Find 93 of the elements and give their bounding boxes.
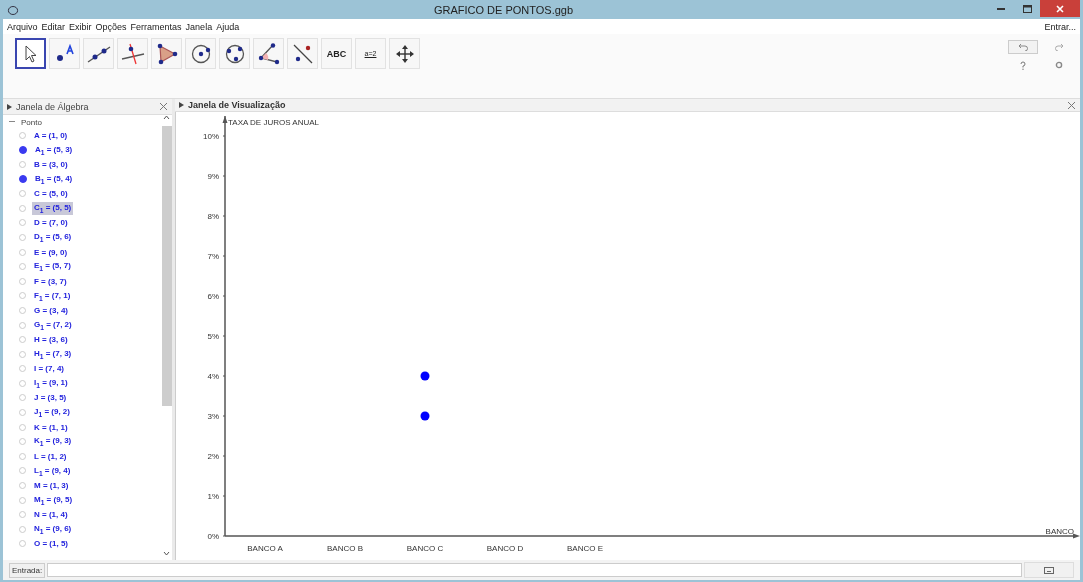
redo-icon bbox=[1054, 43, 1064, 51]
menu-item[interactable]: Exibir bbox=[69, 21, 92, 32]
menu-item[interactable]: Editar bbox=[41, 21, 66, 32]
keyboard-icon bbox=[1044, 566, 1054, 574]
settings-icon bbox=[1055, 61, 1063, 69]
tool-button[interactable] bbox=[15, 38, 46, 69]
triangle-icon bbox=[155, 42, 178, 65]
minimize-icon bbox=[997, 7, 1005, 10]
visibility-toggle[interactable] bbox=[19, 145, 27, 154]
menu-item[interactable]: Janela bbox=[185, 21, 213, 32]
point-definition[interactable]: B$_{1}$ = (5, 4) bbox=[33, 172, 75, 186]
point-definition[interactable]: O = (1, 5) bbox=[32, 538, 70, 550]
point-definition[interactable]: N$_{1}$ = (9, 6) bbox=[32, 523, 74, 536]
point-definition[interactable]: I = (7, 4) bbox=[32, 363, 66, 375]
help-icon bbox=[1020, 60, 1026, 70]
undo-icon bbox=[1018, 43, 1028, 51]
point-definition[interactable]: M = (1, 3) bbox=[32, 480, 71, 492]
y-tick-label: 7% bbox=[207, 252, 219, 261]
menu-item[interactable]: Ferramentas bbox=[130, 21, 182, 32]
circle-through-points-icon bbox=[223, 42, 246, 65]
maximize-icon bbox=[1022, 4, 1032, 13]
perpendicular-lines-icon bbox=[120, 42, 145, 65]
x-tick-label: BANCO A bbox=[247, 544, 283, 553]
point-definition[interactable]: L$_{1}$ = (9, 4) bbox=[32, 464, 73, 478]
close-icon[interactable] bbox=[159, 102, 168, 111]
point-definition[interactable]: H$_{1}$ = (7, 3) bbox=[32, 347, 74, 361]
expand-triangle-icon[interactable] bbox=[7, 103, 12, 110]
axis-end-label: BANCO bbox=[1045, 527, 1074, 536]
x-tick-label: BANCO E bbox=[567, 544, 603, 553]
point-definition[interactable]: F = (3, 7) bbox=[32, 275, 69, 287]
point-definition[interactable]: H = (3, 6) bbox=[32, 334, 70, 346]
point-definition[interactable]: E = (9, 0) bbox=[32, 246, 70, 258]
point-definition[interactable]: D = (7, 0) bbox=[32, 217, 70, 229]
point-definition[interactable]: C$_{1}$ = (5, 5) bbox=[32, 201, 74, 215]
point-definition[interactable]: D$_{1}$ = (5, 6) bbox=[32, 231, 74, 244]
window-title: GRAFICO DE PONTOS.ggb bbox=[432, 3, 575, 16]
expand-triangle-icon[interactable] bbox=[179, 102, 184, 108]
panel-title: Janela de Álgebra bbox=[16, 101, 90, 112]
scroll-up-icon[interactable] bbox=[163, 115, 170, 120]
text-tool-icon: ABC bbox=[326, 48, 347, 59]
scrollbar-thumb[interactable] bbox=[161, 126, 172, 406]
scroll-down-icon[interactable] bbox=[163, 551, 170, 556]
point-definition[interactable]: E$_{1}$ = (5, 7) bbox=[32, 260, 73, 273]
point-definition[interactable]: K$_{1}$ = (9, 3) bbox=[32, 435, 74, 449]
app-logo-icon bbox=[7, 3, 19, 16]
line-icon bbox=[86, 43, 111, 64]
close-icon bbox=[1056, 4, 1064, 13]
keyboard-button[interactable] bbox=[1024, 562, 1074, 578]
point-definition[interactable]: A$_{1}$ = (5, 3) bbox=[33, 143, 75, 157]
visibility-toggle[interactable] bbox=[19, 175, 27, 184]
y-tick-label: 4% bbox=[207, 372, 219, 381]
menu-item[interactable]: Opções bbox=[95, 21, 127, 32]
point-definition[interactable]: J = (3, 5) bbox=[32, 392, 69, 404]
y-tick-label: 1% bbox=[207, 492, 219, 501]
close-icon[interactable] bbox=[1067, 100, 1076, 110]
undo-button[interactable] bbox=[1008, 40, 1038, 54]
panel-title: Janela de Visualização bbox=[188, 100, 287, 110]
x-tick-label: BANCO C bbox=[406, 544, 444, 553]
y-axis-title: TAXA DE JUROS ANUAL bbox=[228, 118, 319, 127]
y-tick-label: 9% bbox=[207, 172, 219, 181]
x-tick-label: BANCO B bbox=[327, 544, 363, 553]
point-definition[interactable]: A = (1, 0) bbox=[32, 129, 70, 141]
menu-item[interactable]: Ajuda bbox=[216, 21, 240, 32]
point-definition[interactable]: K = (1, 1) bbox=[32, 421, 70, 433]
tool-button[interactable]: ABC bbox=[321, 38, 352, 69]
point-definition[interactable]: F$_{1}$ = (7, 1) bbox=[32, 289, 73, 303]
point-definition[interactable]: J$_{1}$ = (9, 2) bbox=[32, 406, 72, 419]
point-definition[interactable]: G$_{1}$ = (7, 2) bbox=[32, 318, 74, 332]
menu-item[interactable]: Arquivo bbox=[7, 21, 38, 32]
x-tick-label: BANCO D bbox=[486, 544, 524, 553]
point-definition[interactable]: M$_{1}$ = (9, 5) bbox=[32, 493, 75, 507]
y-tick-label: 2% bbox=[207, 452, 219, 461]
y-tick-label: 3% bbox=[207, 412, 219, 421]
arrow-cursor-icon bbox=[22, 44, 39, 63]
y-tick-label: 6% bbox=[207, 292, 219, 301]
y-tick-label: 10% bbox=[203, 132, 219, 141]
group-label: Ponto bbox=[21, 117, 42, 127]
sign-in-link[interactable]: Entrar... bbox=[1044, 21, 1076, 32]
move-arrows-icon bbox=[394, 43, 415, 64]
point-definition[interactable]: I$_{1}$ = (9, 1) bbox=[32, 377, 70, 390]
y-tick-label: 8% bbox=[207, 212, 219, 221]
circle-icon bbox=[189, 42, 212, 65]
input-label: Entrada: bbox=[9, 562, 46, 578]
point-definition[interactable]: G = (3, 4) bbox=[32, 304, 70, 316]
point-definition[interactable]: C = (5, 0) bbox=[32, 188, 70, 200]
point-definition[interactable]: L = (1, 2) bbox=[32, 450, 69, 462]
angle-icon bbox=[257, 42, 280, 65]
point-definition[interactable]: N = (1, 4) bbox=[32, 509, 70, 521]
input-field[interactable] bbox=[47, 563, 1022, 577]
y-tick-label: 0% bbox=[207, 532, 219, 541]
reflect-point-icon bbox=[291, 42, 314, 65]
point-definition[interactable]: B = (3, 0) bbox=[32, 159, 70, 170]
y-tick-label: 5% bbox=[207, 332, 219, 341]
